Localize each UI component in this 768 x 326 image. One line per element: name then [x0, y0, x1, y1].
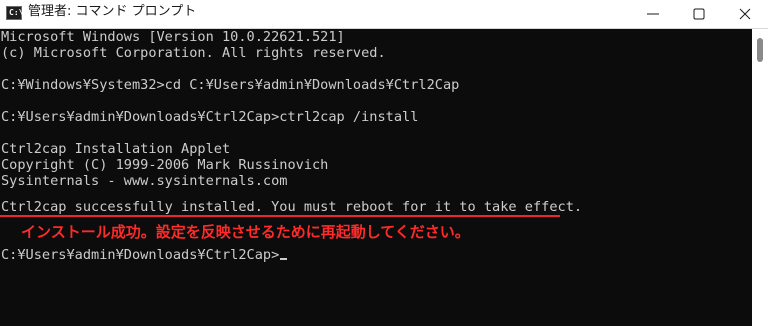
success-message-line: Ctrl2cap successfully installed. You mus…: [1, 199, 583, 215]
minimize-button[interactable]: [630, 0, 676, 27]
prompt-glyph-icon: C:\: [9, 8, 24, 17]
prompt-text: C:¥Users¥admin¥Downloads¥Ctrl2Cap>: [1, 247, 280, 263]
command-prompt-icon: C:\: [6, 6, 24, 20]
text-cursor: [280, 258, 288, 260]
title-bar[interactable]: C:\ 管理者: コマンド プロンプト: [0, 0, 768, 29]
red-underline-highlight: [0, 215, 560, 217]
maximize-button[interactable]: [676, 0, 722, 27]
console-line: Copyright (C) 1999-2006 Mark Russinovich: [1, 157, 329, 173]
annotation-text: インストール成功。設定を反映させるために再起動してください。: [21, 223, 470, 241]
scrollbar-thumb[interactable]: [757, 38, 763, 62]
command-prompt-window: C:\ 管理者: コマンド プロンプト Microsoft Windows [V…: [0, 0, 768, 326]
console-line: (c) Microsoft Corporation. All rights re…: [1, 45, 386, 61]
console-line: C:¥Windows¥System32>cd C:¥Users¥admin¥Do…: [1, 77, 460, 93]
console-output[interactable]: Microsoft Windows [Version 10.0.22621.52…: [0, 29, 752, 326]
close-icon: [739, 8, 751, 20]
close-button[interactable]: [722, 0, 768, 27]
console-line: Ctrl2cap Installation Applet: [1, 141, 231, 157]
command-prompt-line[interactable]: C:¥Users¥admin¥Downloads¥Ctrl2Cap>: [1, 247, 288, 263]
console-line: Sysinternals - www.sysinternals.com: [1, 173, 288, 189]
vertical-scrollbar[interactable]: [752, 29, 768, 326]
console-line: Microsoft Windows [Version 10.0.22621.52…: [1, 29, 345, 45]
console-line: C:¥Users¥admin¥Downloads¥Ctrl2Cap>ctrl2c…: [1, 109, 419, 125]
window-title: 管理者: コマンド プロンプト: [28, 4, 197, 19]
minimize-icon: [647, 13, 659, 15]
maximize-icon: [693, 8, 705, 20]
